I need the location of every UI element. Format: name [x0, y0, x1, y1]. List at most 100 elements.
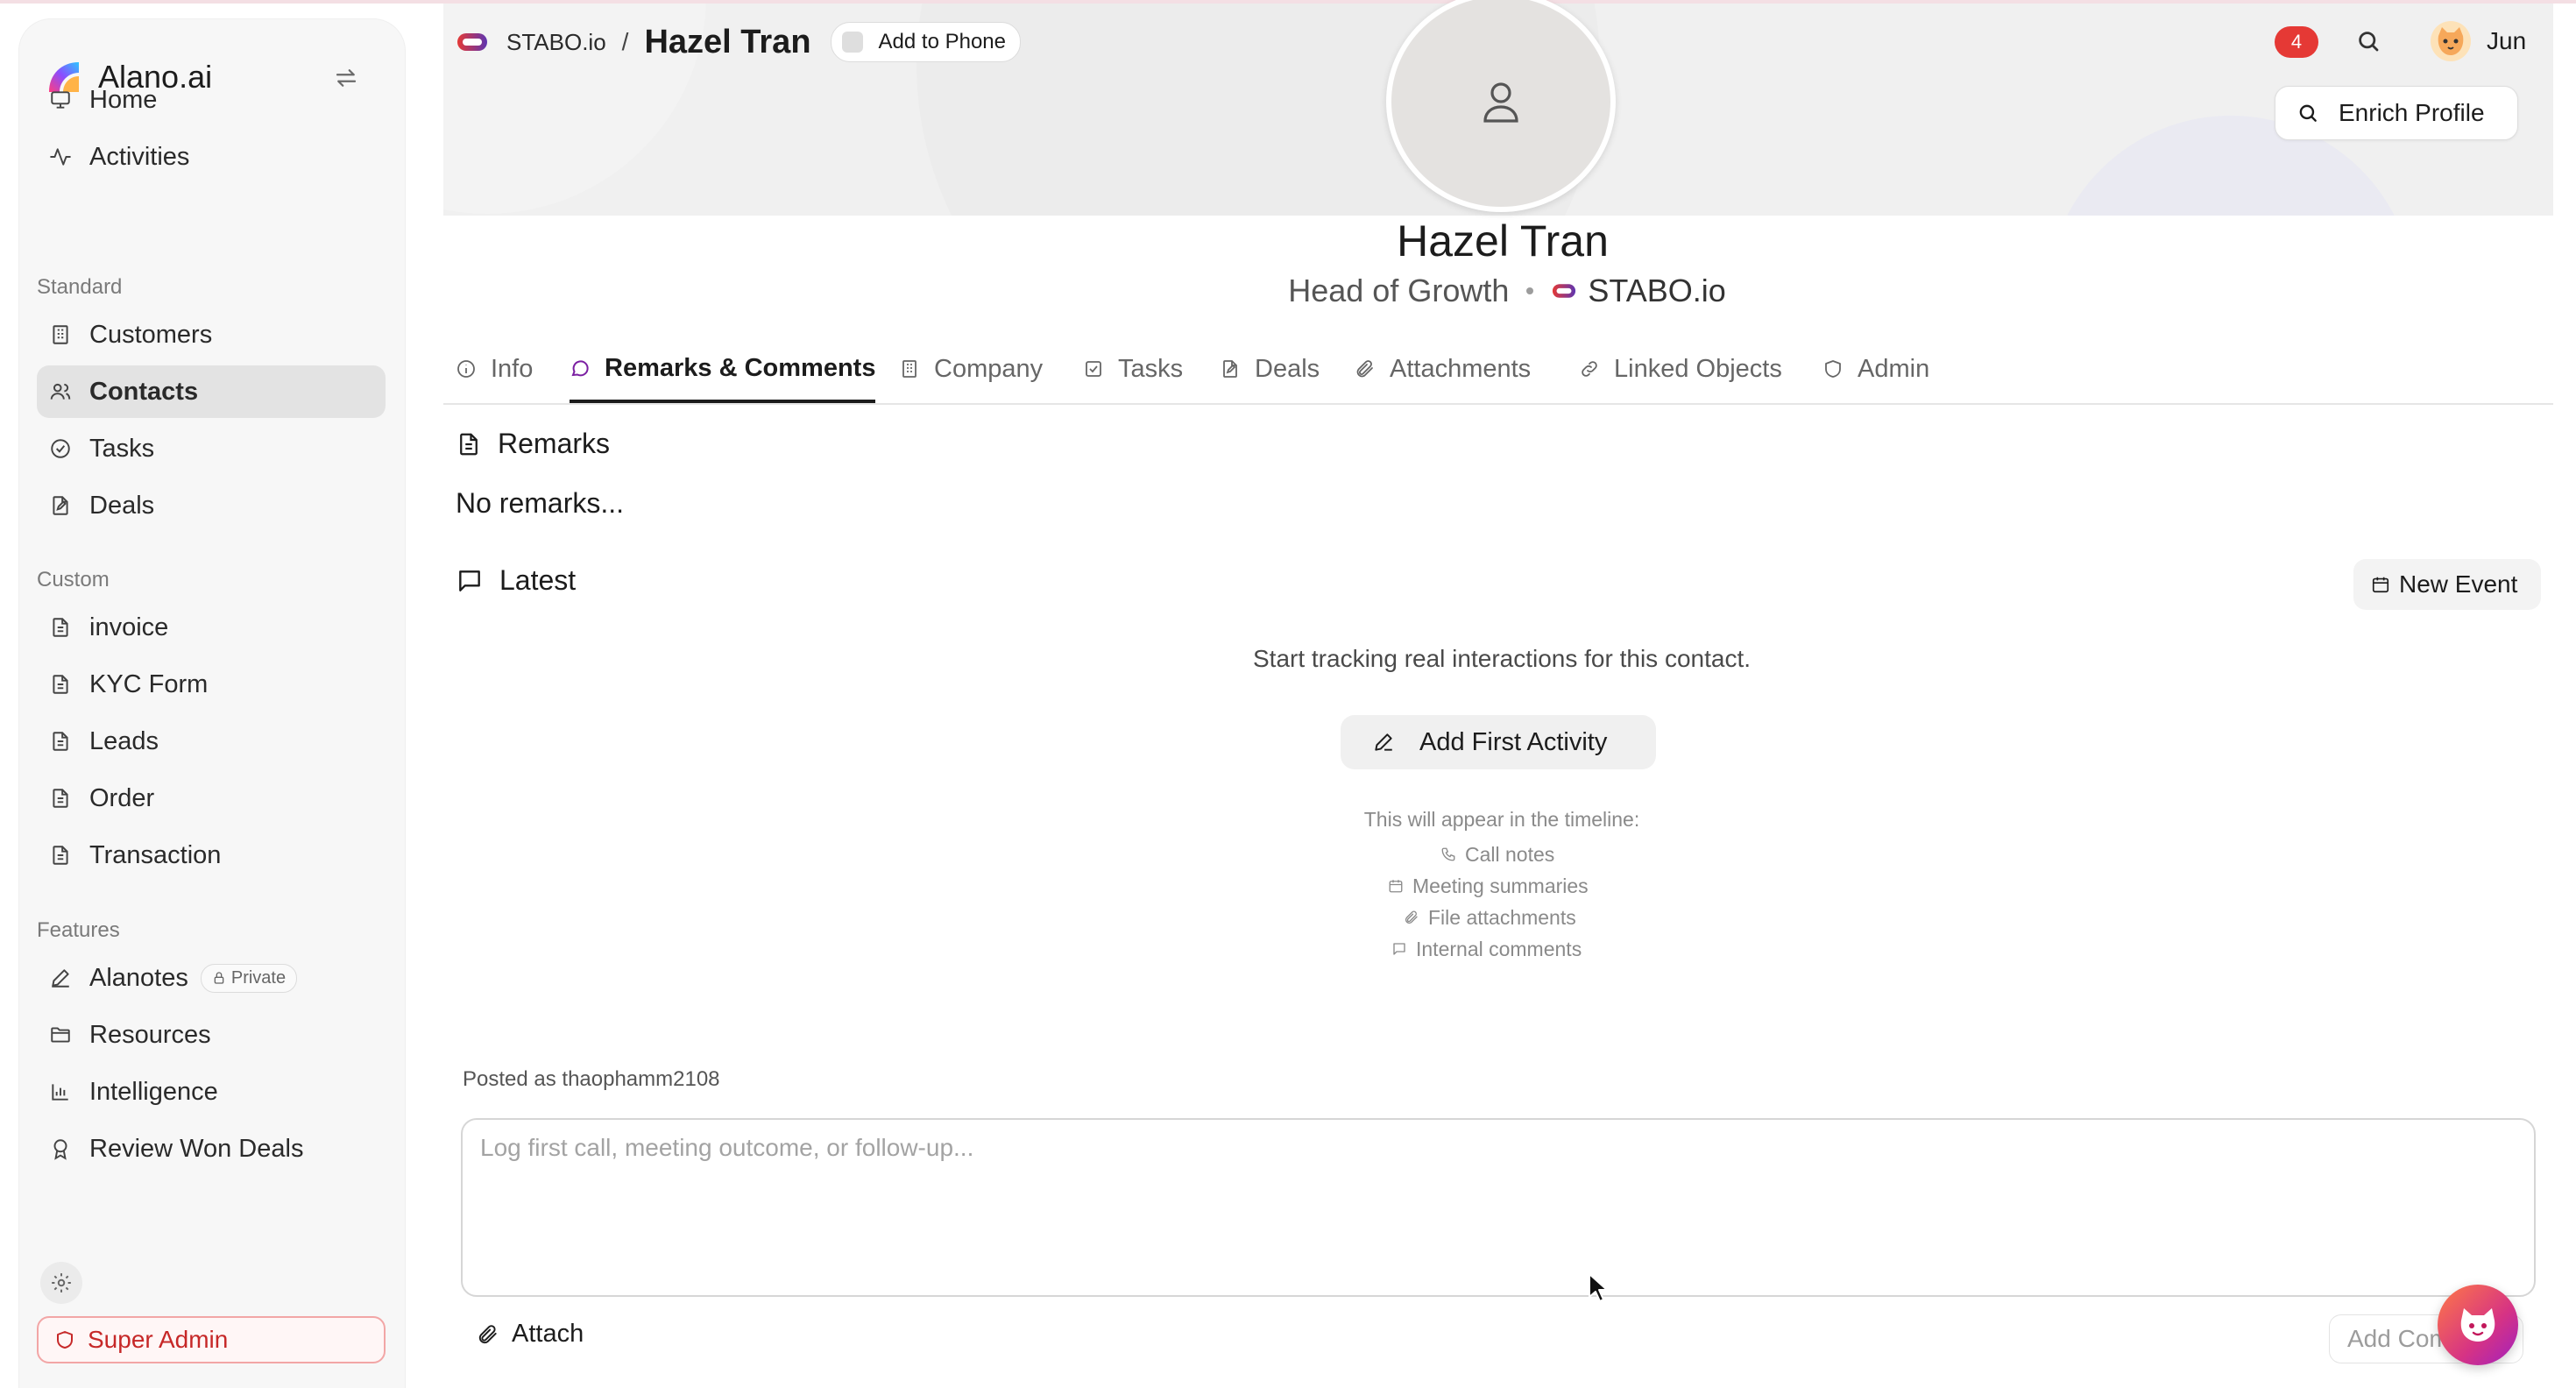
sidebar-item-label: KYC Form — [89, 669, 209, 698]
notification-badge[interactable]: 4 — [2275, 26, 2318, 58]
tab-label: Deals — [1255, 354, 1320, 383]
sidebar-item-transaction[interactable]: Transaction — [37, 829, 386, 882]
users-icon — [50, 383, 71, 400]
calendar-icon — [1389, 880, 1403, 893]
profile-job-title: Head of Growth — [1288, 273, 1510, 308]
add-first-activity-button[interactable]: Add First Activity — [1341, 715, 1656, 769]
sidebar-item-label: Customers — [89, 320, 213, 349]
tab-label: Attachments — [1390, 354, 1532, 383]
timeline-hint-file-attachments: File attachments — [1404, 903, 1576, 932]
sidebar-item-activities[interactable]: Activities — [37, 131, 386, 183]
subtitle-dot — [1526, 287, 1534, 294]
building-icon — [53, 325, 68, 344]
message-square-icon — [1393, 943, 1405, 955]
folder-icon — [51, 1027, 70, 1043]
sidebar-item-customers[interactable]: Customers — [37, 308, 386, 361]
breadcrumb-company[interactable]: STABO.io — [506, 29, 606, 56]
file-icon — [53, 732, 68, 751]
paperclip-icon — [1405, 910, 1418, 924]
file-icon — [53, 675, 68, 694]
tab-deals[interactable]: Deals — [1220, 336, 1320, 401]
stabo-logo-icon — [1553, 284, 1576, 298]
search-icon[interactable] — [2355, 28, 2381, 54]
tab-info[interactable]: Info — [456, 336, 533, 401]
sidebar-item-label: Contacts — [89, 377, 199, 406]
super-admin-label: Super Admin — [88, 1326, 229, 1353]
timeline-hint-call-notes: Call notes — [1440, 839, 1554, 869]
profile-avatar[interactable] — [1386, 0, 1616, 212]
paperclip-icon — [478, 1324, 497, 1343]
sidebar-item-home[interactable]: Home — [37, 74, 386, 126]
breadcrumb-contact-name: Hazel Tran — [644, 23, 811, 60]
sidebar-item-label: Leads — [89, 726, 159, 755]
comment-composer — [461, 1118, 2536, 1297]
sidebar-item-intelligence[interactable]: Intelligence — [37, 1066, 386, 1118]
profile-tabs: Info Remarks & Comments Company Tasks De… — [443, 336, 2553, 405]
sidebar-item-label: Alanotes — [89, 963, 188, 992]
check-square-icon — [1086, 361, 1101, 377]
sidebar-item-tasks[interactable]: Tasks — [37, 422, 386, 475]
attach-button[interactable]: Attach — [477, 1320, 584, 1349]
sidebar-item-leads[interactable]: Leads — [37, 715, 386, 768]
tab-admin[interactable]: Admin — [1822, 336, 1929, 401]
timeline-hint-text: File attachments — [1428, 905, 1576, 929]
user-icon — [1483, 82, 1518, 123]
new-event-button[interactable]: New Event — [2353, 559, 2541, 610]
attach-label: Attach — [512, 1320, 584, 1348]
posted-as-label: Posted as thaophamm2108 — [463, 1067, 720, 1091]
sidebar-item-label: Activities — [89, 142, 190, 171]
sidebar-item-label: Intelligence — [89, 1077, 218, 1106]
sidebar-item-deals[interactable]: Deals — [37, 479, 386, 532]
breadcrumb: STABO.io / Hazel Tran Add to Phone — [456, 18, 1021, 67]
cat-avatar-icon — [2438, 27, 2464, 55]
sidebar-item-label: Tasks — [89, 434, 155, 463]
paperclip-icon — [1356, 360, 1373, 378]
phone-icon — [1441, 847, 1455, 861]
section-standard: Standard — [37, 275, 123, 299]
timeline-hint-text: Meeting summaries — [1412, 874, 1589, 897]
comment-input[interactable] — [463, 1120, 2534, 1295]
tab-label: Remarks & Comments — [605, 353, 876, 382]
latest-heading: Latest — [456, 564, 576, 597]
lock-icon — [214, 972, 224, 984]
remarks-heading: Remarks — [456, 428, 610, 460]
calendar-icon — [2372, 577, 2389, 593]
pen-icon — [1375, 733, 1392, 751]
tab-attachments[interactable]: Attachments — [1355, 336, 1531, 401]
sidebar-item-label: Transaction — [89, 840, 222, 869]
stabo-logo-icon — [457, 33, 487, 51]
sidebar-item-resources[interactable]: Resources — [37, 1009, 386, 1061]
sidebar-item-label: Review Won Deals — [89, 1134, 304, 1163]
tab-label: Info — [491, 354, 534, 383]
edit-doc-icon — [53, 496, 68, 515]
sidebar-item-review-won-deals[interactable]: Review Won Deals — [37, 1122, 386, 1175]
sidebar-item-alanotes[interactable]: Alanotes Private — [37, 952, 386, 1004]
tab-label: Linked Objects — [1614, 354, 1782, 383]
file-icon — [53, 789, 68, 808]
assistant-chat-button[interactable] — [2438, 1285, 2518, 1365]
section-features: Features — [37, 918, 120, 942]
sidebar-item-contacts[interactable]: Contacts — [37, 365, 386, 418]
tab-label: Tasks — [1118, 354, 1184, 383]
super-admin-button[interactable]: Super Admin — [37, 1316, 386, 1363]
tab-label: Company — [934, 354, 1044, 383]
settings-button[interactable] — [40, 1262, 82, 1304]
timeline-hint-internal-comments: Internal comments — [1391, 934, 1582, 964]
tab-linked-objects[interactable]: Linked Objects — [1579, 336, 1782, 401]
tab-label: Admin — [1858, 354, 1930, 383]
tab-remarks-comments[interactable]: Remarks & Comments — [570, 336, 876, 403]
gear-icon — [52, 1273, 71, 1292]
profile-company[interactable]: STABO.io — [1588, 273, 1725, 309]
sidebar-item-label: Deals — [89, 491, 155, 520]
enrich-profile-button[interactable]: Enrich Profile — [2275, 86, 2518, 140]
breadcrumb-separator: / — [621, 28, 629, 55]
bar-chart-icon — [52, 1084, 68, 1101]
profile-subtitle: Head of Growth STABO.io — [1262, 268, 1752, 314]
add-to-phone-button[interactable]: Add to Phone — [830, 22, 1021, 62]
user-menu[interactable]: Jun — [2431, 19, 2526, 63]
section-custom: Custom — [37, 568, 110, 591]
tab-tasks[interactable]: Tasks — [1083, 336, 1183, 401]
private-badge: Private — [200, 963, 298, 993]
tab-company[interactable]: Company — [899, 336, 1043, 401]
activity-icon — [50, 148, 71, 166]
